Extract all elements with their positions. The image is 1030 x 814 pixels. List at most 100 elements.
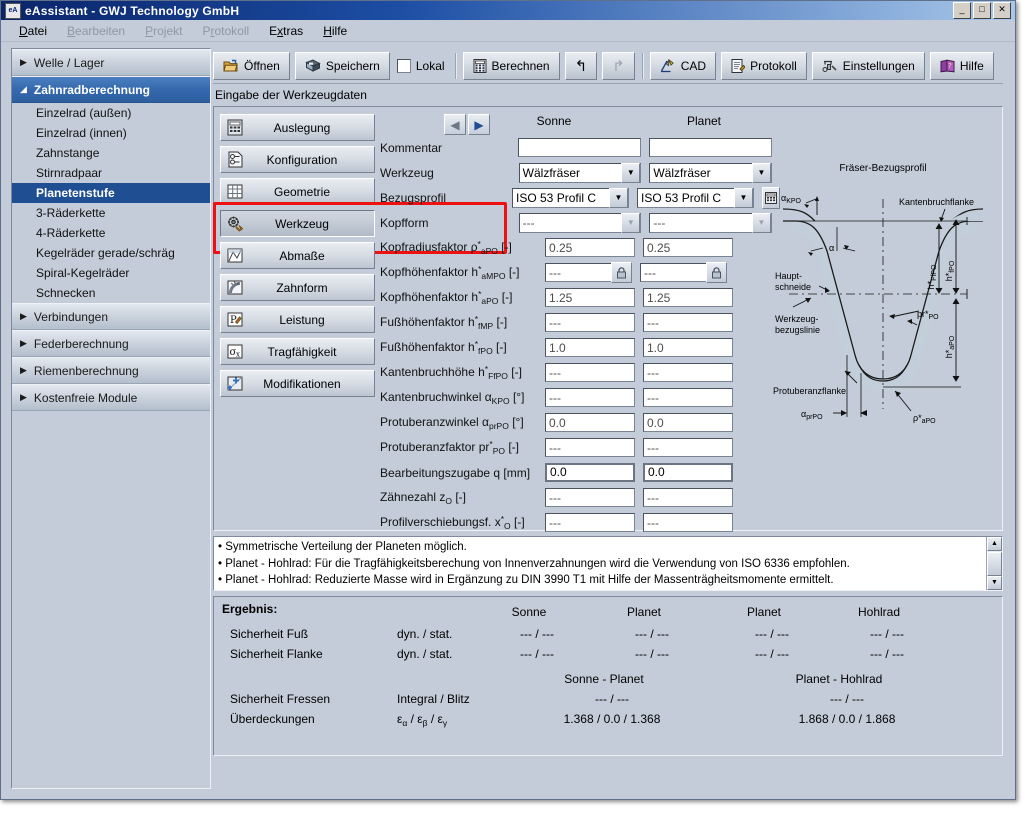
local-checkbox-wrap[interactable]: Lokal (397, 59, 445, 73)
sidebar-group-riemenberechnung[interactable]: ▶ Riemenberechnung (12, 357, 210, 384)
open-button[interactable]: Öffnen (213, 52, 290, 80)
chevron-down-icon[interactable]: ▼ (609, 188, 628, 208)
tab-leistung[interactable]: P Leistung (220, 306, 375, 333)
scroll-thumb[interactable] (987, 552, 1002, 576)
menu-extras[interactable]: Extras (269, 24, 303, 38)
input-fusshoehenfaktor-fpo-planet[interactable]: 1.0 (643, 338, 733, 357)
results-row-sicherheit-fressen: Sicherheit Fressen Integral / Blitz --- … (222, 692, 992, 712)
settings-button[interactable]: Einstellungen (812, 52, 925, 80)
input-kopfhoehenfaktor-ampo-sonne[interactable]: --- (545, 263, 613, 282)
tab-label: Geometrie (244, 185, 374, 199)
input-kopfradiusfaktor-planet[interactable]: 0.25 (643, 238, 733, 257)
save-button[interactable]: Speichern (295, 52, 390, 80)
redo-button[interactable]: ↱ (602, 52, 635, 80)
sidebar-item-label: Einzelrad (außen) (36, 106, 131, 120)
lock-button-planet[interactable] (706, 262, 727, 283)
sidebar-item-spiral-kegelraeder[interactable]: Spiral-Kegelräder (12, 263, 210, 283)
row-value: 1.868 / 0.0 / 1.868 (767, 712, 927, 726)
select-werkzeug-planet[interactable]: Wälzfräser ▼ (649, 163, 772, 183)
row-value: --- / --- (772, 692, 922, 706)
tab-auslegung[interactable]: Auslegung (220, 114, 375, 141)
input-bearbeitungszugabe-planet[interactable]: 0.0 (643, 463, 733, 482)
prev-button[interactable]: ◀ (444, 114, 466, 135)
chevron-down-icon[interactable]: ▼ (621, 163, 640, 183)
input-profilverschiebungsf-sonne[interactable]: --- (545, 513, 635, 532)
chevron-left-icon: ◀ (450, 118, 459, 132)
sidebar-group-kostenfreie-module[interactable]: ▶ Kostenfreie Module (12, 384, 210, 411)
input-bearbeitungszugabe-sonne[interactable]: 0.0 (545, 463, 635, 482)
sidebar-item-3-raederkette[interactable]: 3-Räderkette (12, 203, 210, 223)
tab-zahnform[interactable]: Zahnform (220, 274, 375, 301)
sidebar-group-welle-lager[interactable]: ▶ Welle / Lager (12, 49, 210, 76)
input-fusshoehenfaktor-fpo-sonne[interactable]: 1.0 (545, 338, 635, 357)
chevron-down-icon[interactable]: ▼ (734, 188, 753, 208)
input-kantenbruchwinkel-sonne[interactable]: --- (545, 388, 635, 407)
results-pair-header-planet-hohlrad: Planet - Hohlrad (764, 672, 914, 686)
input-kopfhoehenfaktor-ampo-planet[interactable]: --- (640, 263, 708, 282)
input-fusshoehenfaktor-fmp-planet[interactable]: --- (643, 313, 733, 332)
tab-abmasse[interactable]: Abmaße (220, 242, 375, 269)
local-checkbox[interactable] (397, 59, 411, 73)
calculate-button[interactable]: Berechnen (463, 52, 560, 80)
sidebar-item-kegelraeder[interactable]: Kegelräder gerade/schräg (12, 243, 210, 263)
input-kopfradiusfaktor-sonne[interactable]: 0.25 (545, 238, 635, 257)
sidebar-item-einzelrad-aussen[interactable]: Einzelrad (außen) (12, 103, 210, 123)
protocol-button[interactable]: Protokoll (721, 52, 807, 80)
arrow-pr-po-2 (907, 319, 912, 324)
sidebar-item-zahnstange[interactable]: Zahnstange (12, 143, 210, 163)
help-button[interactable]: ? Hilfe (930, 52, 994, 80)
tab-geometrie[interactable]: Geometrie (220, 178, 375, 205)
sidebar-group-federberechnung[interactable]: ▶ Federberechnung (12, 330, 210, 357)
input-kantenbruchhoehe-planet[interactable]: --- (643, 363, 733, 382)
chevron-down-icon[interactable]: ▼ (752, 163, 771, 183)
input-kantenbruchhoehe-sonne[interactable]: --- (545, 363, 635, 382)
select-bezugsprofil-sonne[interactable]: ISO 53 Profil C ▼ (512, 188, 629, 208)
tab-tragfaehigkeit[interactable]: σ x Tragfähigkeit (220, 338, 375, 365)
minimize-button[interactable]: _ (953, 2, 971, 19)
next-button[interactable]: ▶ (468, 114, 490, 135)
protocol-icon (731, 59, 745, 73)
sidebar-item-label: 4-Räderkette (36, 226, 105, 240)
input-protuberanzwinkel-planet[interactable]: 0.0 (643, 413, 733, 432)
input-kommentar-planet[interactable] (649, 138, 772, 157)
menu-bearbeiten[interactable]: Bearbeiten (67, 24, 125, 38)
input-kopfhoehenfaktor-apo-sonne[interactable]: 1.25 (545, 288, 635, 307)
menu-projekt[interactable]: Projekt (145, 24, 182, 38)
diagram-title: Fräser-Bezugsprofil (839, 163, 926, 174)
sidebar-item-planetenstufe[interactable]: Planetenstufe (12, 183, 210, 203)
sidebar-group-zahnradberechnung[interactable]: ◢ Zahnradberechnung (12, 76, 210, 103)
input-zaehnezahl-sonne[interactable]: --- (545, 488, 635, 507)
input-protuberanzfaktor-sonne[interactable]: --- (545, 438, 635, 457)
menu-protokoll[interactable]: Protokoll (202, 24, 249, 38)
input-kommentar-sonne[interactable] (518, 138, 641, 157)
select-werkzeug-sonne[interactable]: Wälzfräser ▼ (519, 163, 642, 183)
input-kantenbruchwinkel-planet[interactable]: --- (643, 388, 733, 407)
sidebar-item-4-raederkette[interactable]: 4-Räderkette (12, 223, 210, 243)
input-zaehnezahl-planet[interactable]: --- (643, 488, 733, 507)
scroll-up-button[interactable]: ▲ (987, 537, 1002, 551)
sidebar-item-schnecken[interactable]: Schnecken (12, 283, 210, 303)
select-bezugsprofil-planet[interactable]: ISO 53 Profil C ▼ (637, 188, 754, 208)
menu-datei[interactable]: DDateiatei (19, 24, 47, 38)
scroll-down-button[interactable]: ▼ (987, 576, 1002, 590)
tab-konfiguration[interactable]: Konfiguration (220, 146, 375, 173)
input-kopfhoehenfaktor-apo-planet[interactable]: 1.25 (643, 288, 733, 307)
maximize-button[interactable]: □ (973, 2, 991, 19)
modify-icon (226, 375, 244, 392)
lock-button-sonne[interactable] (611, 262, 632, 283)
sidebar-item-stirnradpaar[interactable]: Stirnradpaar (12, 163, 210, 183)
input-profilverschiebungsf-planet[interactable]: --- (643, 513, 733, 532)
cad-button[interactable]: CAD (650, 52, 716, 80)
scroll-track[interactable] (987, 551, 1002, 576)
sidebar-group-verbindungen[interactable]: ▶ Verbindungen (12, 303, 210, 330)
close-button[interactable]: ✕ (993, 2, 1011, 19)
sidebar-item-einzelrad-innen[interactable]: Einzelrad (innen) (12, 123, 210, 143)
input-protuberanzwinkel-sonne[interactable]: 0.0 (545, 413, 635, 432)
input-protuberanzfaktor-planet[interactable]: --- (643, 438, 733, 457)
undo-button[interactable]: ↰ (565, 52, 598, 80)
tab-werkzeug[interactable]: Werkzeug (220, 210, 375, 237)
menu-hilfe[interactable]: Hilfe (323, 24, 347, 38)
tab-modifikationen[interactable]: Modifikationen (220, 370, 375, 397)
notes-scrollbar[interactable]: ▲ ▼ (986, 537, 1002, 590)
input-fusshoehenfaktor-fmp-sonne[interactable]: --- (545, 313, 635, 332)
